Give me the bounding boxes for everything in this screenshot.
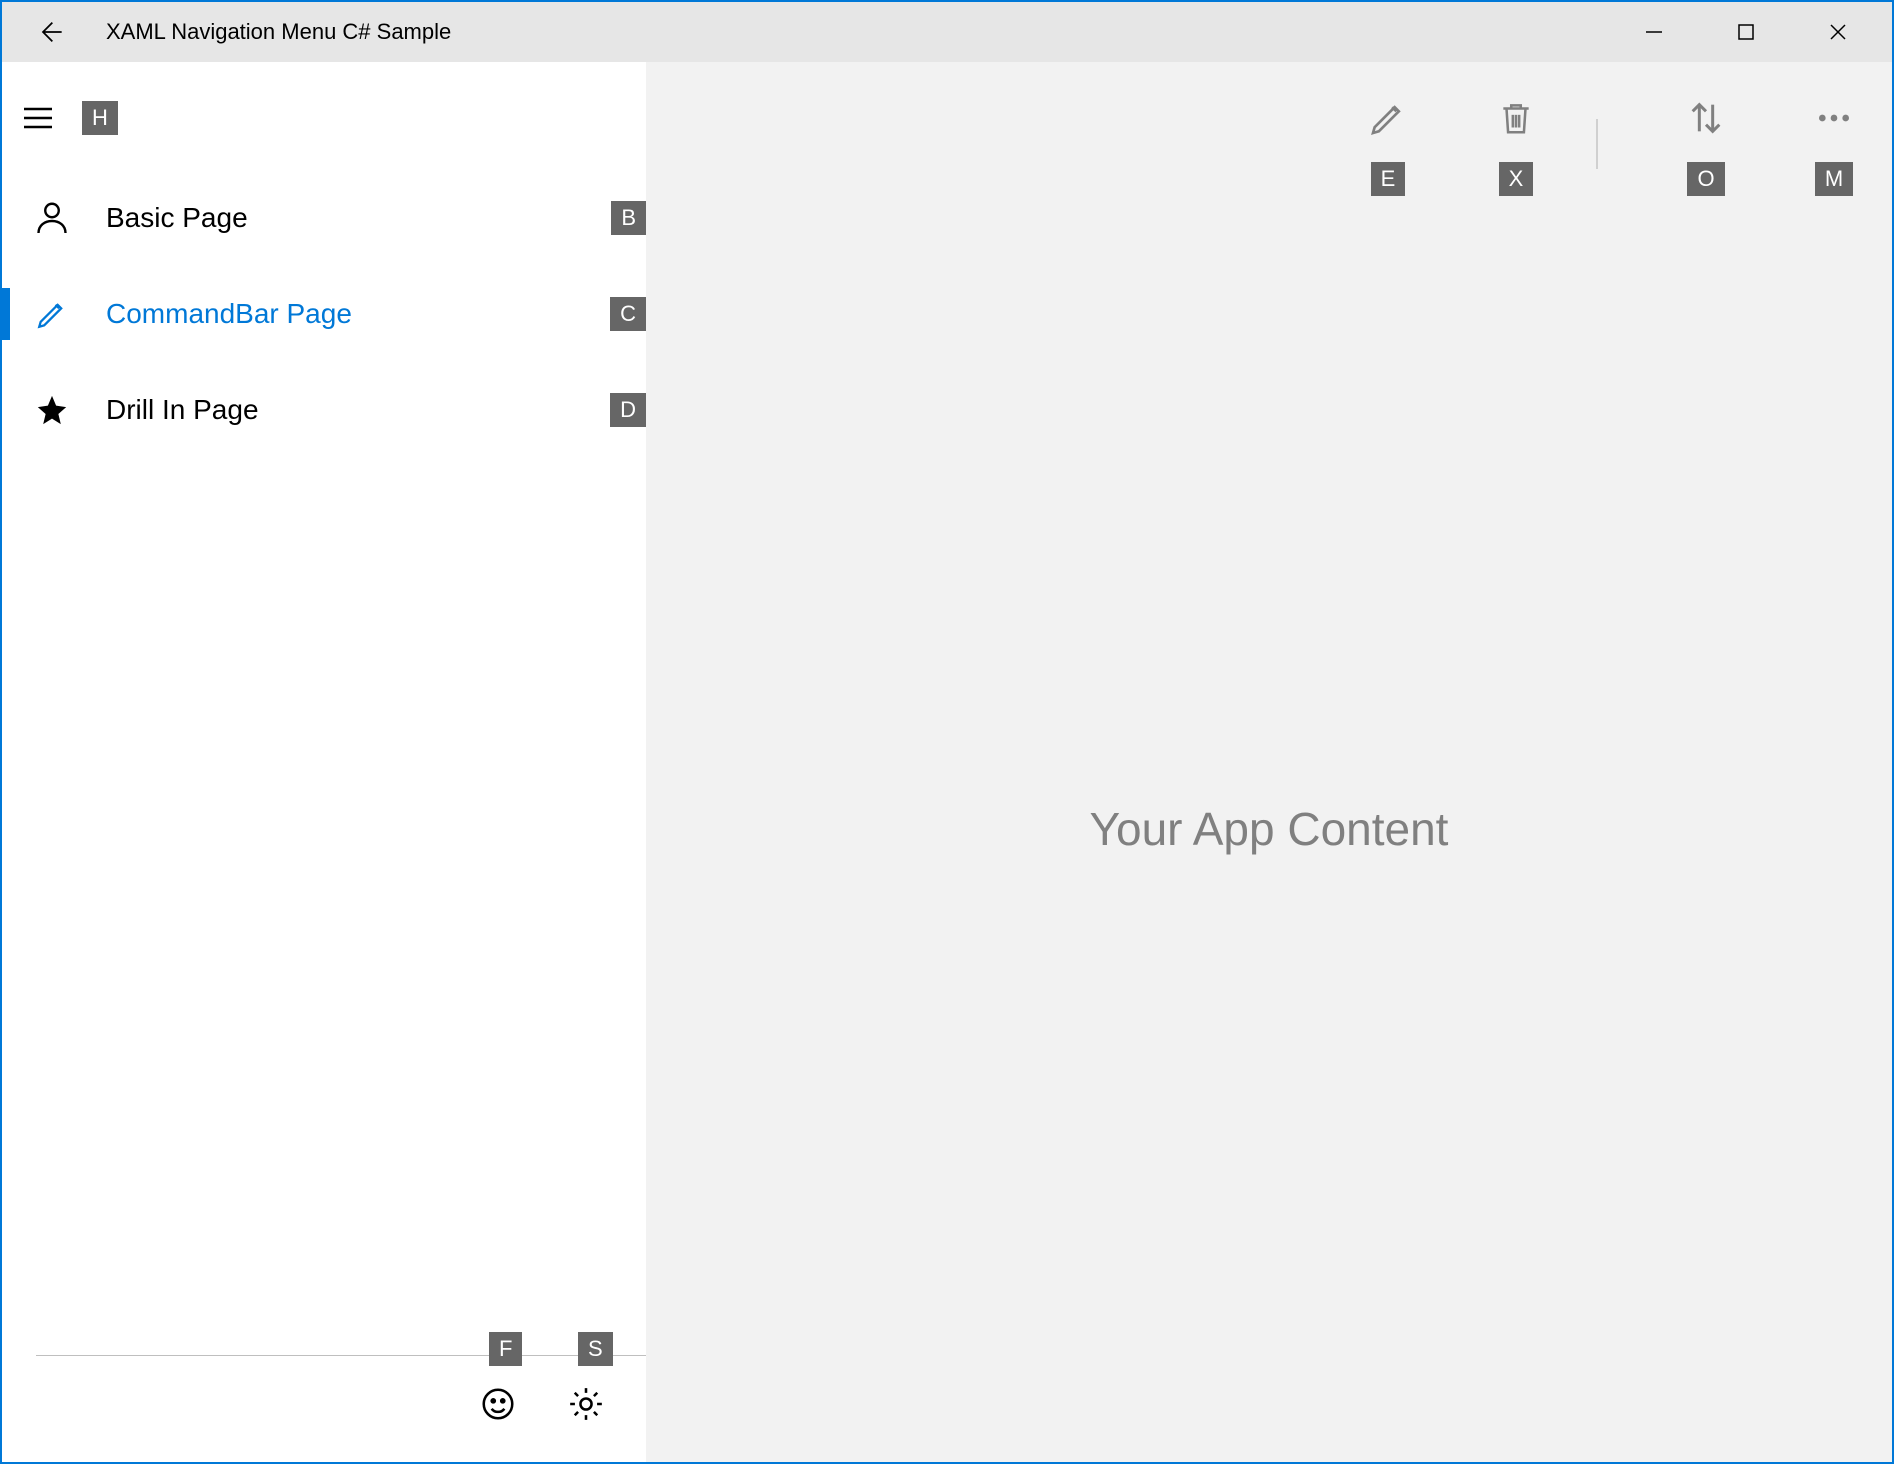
nav-pane: H Basic Page B: [2, 62, 646, 1462]
nav-item-drillin-page[interactable]: Drill In Page D: [2, 362, 646, 458]
nav-item-basic-page[interactable]: Basic Page B: [2, 170, 646, 266]
keytip-delete: X: [1499, 162, 1534, 196]
nav-item-commandbar-page[interactable]: CommandBar Page C: [2, 266, 646, 362]
nav-item-label: Basic Page: [106, 202, 248, 234]
keytip-hamburger: H: [82, 101, 118, 135]
keytip-edit: E: [1371, 162, 1406, 196]
more-button[interactable]: [1804, 88, 1864, 148]
keytip-drillin: D: [610, 393, 646, 427]
nav-item-label: CommandBar Page: [106, 298, 352, 330]
content-area: E: [646, 62, 1892, 1462]
app-window: XAML Navigation Menu C# Sample: [0, 0, 1894, 1464]
titlebar: XAML Navigation Menu C# Sample: [2, 2, 1892, 62]
close-button[interactable]: [1792, 8, 1884, 56]
caption-buttons: [1608, 8, 1884, 56]
keytip-feedback: F: [489, 1332, 522, 1366]
keytip-sort: O: [1687, 162, 1724, 196]
nav-item-label: Drill In Page: [106, 394, 259, 426]
trash-icon: [1497, 99, 1535, 137]
content-placeholder: Your App Content: [1090, 802, 1449, 856]
hamburger-button[interactable]: [2, 82, 74, 154]
feedback-button[interactable]: [476, 1382, 520, 1426]
minimize-button[interactable]: [1608, 8, 1700, 56]
sort-icon: [1686, 98, 1726, 138]
maximize-button[interactable]: [1700, 8, 1792, 56]
keytip-commandbar: C: [610, 297, 646, 331]
commandbar-separator: [1596, 119, 1598, 169]
edit-button[interactable]: [1358, 88, 1418, 148]
person-icon: [26, 192, 78, 244]
keytip-basic: B: [611, 201, 646, 235]
ellipsis-icon: [1814, 98, 1854, 138]
body: H Basic Page B: [2, 62, 1892, 1462]
star-icon: [26, 384, 78, 436]
gear-icon: [567, 1385, 605, 1423]
settings-button[interactable]: [564, 1382, 608, 1426]
nav-footer: F S: [36, 1355, 646, 1462]
keytip-settings: S: [578, 1332, 613, 1366]
edit-icon: [26, 288, 78, 340]
keytip-more: M: [1815, 162, 1853, 196]
delete-button[interactable]: [1486, 88, 1546, 148]
sort-button[interactable]: [1676, 88, 1736, 148]
commandbar: E: [646, 62, 1892, 196]
pencil-icon: [1368, 98, 1408, 138]
window-title: XAML Navigation Menu C# Sample: [106, 19, 451, 45]
back-button[interactable]: [30, 12, 70, 52]
smiley-icon: [479, 1385, 517, 1423]
